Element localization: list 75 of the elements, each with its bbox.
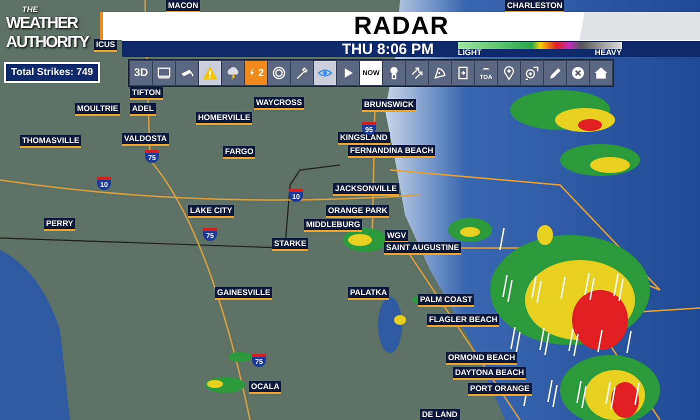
storm-button[interactable] — [222, 61, 244, 85]
city-label: LAKE CITY — [188, 205, 234, 218]
city-label: MACON — [166, 0, 200, 13]
legend-label: LIGHT — [458, 48, 482, 56]
arrows-icon — [409, 65, 425, 81]
zoom-icon — [524, 65, 540, 81]
rings-icon — [271, 65, 287, 81]
city-label: TIFTON — [130, 87, 163, 100]
city-label: ADEL — [130, 103, 156, 116]
radar-echo — [205, 377, 245, 393]
eyedropper-icon — [294, 65, 310, 81]
close-button[interactable] — [567, 61, 589, 85]
city-label: GAINESVILLE — [215, 287, 272, 300]
rings-button[interactable] — [268, 61, 290, 85]
city-label: THOMASVILLE — [20, 135, 82, 148]
radar-echo — [228, 352, 252, 362]
lightning-streak — [560, 276, 566, 300]
city-label: FARGO — [223, 146, 256, 159]
city-label: HOMERVILLE — [196, 112, 252, 125]
city-label: PALATKA — [348, 287, 390, 300]
city-label: BRUNSWICK — [362, 99, 416, 112]
balloon-button[interactable] — [383, 61, 405, 85]
legend-label: HEAVY — [594, 48, 622, 56]
strike-counter: Total Strikes: 749 — [4, 62, 100, 83]
logo-text: AUTHORITY — [6, 32, 89, 52]
city-label: WGV — [385, 230, 408, 243]
lightning-streak — [634, 382, 640, 406]
storm-cloud-icon — [225, 65, 241, 81]
city-label: PERRY — [44, 218, 76, 231]
close-icon — [570, 65, 586, 81]
pie-slice-icon — [432, 65, 448, 81]
lightning-streak — [499, 228, 505, 250]
logo-text: THE — [22, 6, 40, 14]
city-label: JACKSONVILLE — [333, 183, 399, 196]
city-label: ORANGE PARK — [326, 205, 390, 218]
arrows-button[interactable] — [406, 61, 428, 85]
date-time: THU 8:06 PM — [342, 40, 434, 58]
logo-text: WEATHER — [6, 14, 79, 33]
city-label: ICUS — [94, 39, 118, 52]
zoom-button[interactable] — [521, 61, 543, 85]
city-label: KINGSLAND — [338, 132, 390, 145]
monitor-icon — [156, 65, 172, 81]
city-label: FERNANDINA BEACH — [348, 145, 436, 158]
radar-echo — [394, 315, 406, 325]
city-label: DE LAND — [420, 409, 460, 420]
city-label: ORMOND BEACH — [446, 352, 518, 365]
home-button[interactable] — [590, 61, 612, 85]
play-button[interactable] — [337, 61, 359, 85]
camera-button[interactable] — [176, 61, 198, 85]
city-label: STARKE — [272, 238, 308, 251]
map-pin-icon — [501, 65, 517, 81]
city-label: MOULTRIE — [75, 103, 120, 116]
city-label: MIDDLEBURG — [304, 219, 362, 232]
title: RADAR — [354, 12, 450, 40]
eyedropper-button[interactable] — [291, 61, 313, 85]
screen-button[interactable] — [153, 61, 175, 85]
city-label: SAINT AUGUSTINE — [384, 242, 462, 255]
city-label: FLAGLER BEACH — [427, 314, 500, 327]
city-label: PALM COAST — [418, 294, 474, 307]
warning-icon — [202, 65, 218, 81]
pencil-button[interactable] — [544, 61, 566, 85]
city-label: OCALA — [249, 381, 282, 394]
city-label: CHARLESTON — [505, 0, 564, 13]
toolbar-button[interactable]: 3D — [130, 61, 152, 85]
slice-button[interactable] — [429, 61, 451, 85]
city-label: PORT ORANGE — [468, 383, 532, 396]
city-label: DAYTONA BEACH — [453, 367, 526, 380]
lightning-streak — [597, 330, 603, 352]
city-label: VALDOSTA — [122, 133, 169, 146]
lake — [378, 297, 402, 353]
city-label: WAYCROSS — [254, 97, 304, 110]
home-icon — [593, 65, 609, 81]
pin-button[interactable] — [498, 61, 520, 85]
lightning-streak — [626, 330, 632, 354]
document-button[interactable] — [452, 61, 474, 85]
